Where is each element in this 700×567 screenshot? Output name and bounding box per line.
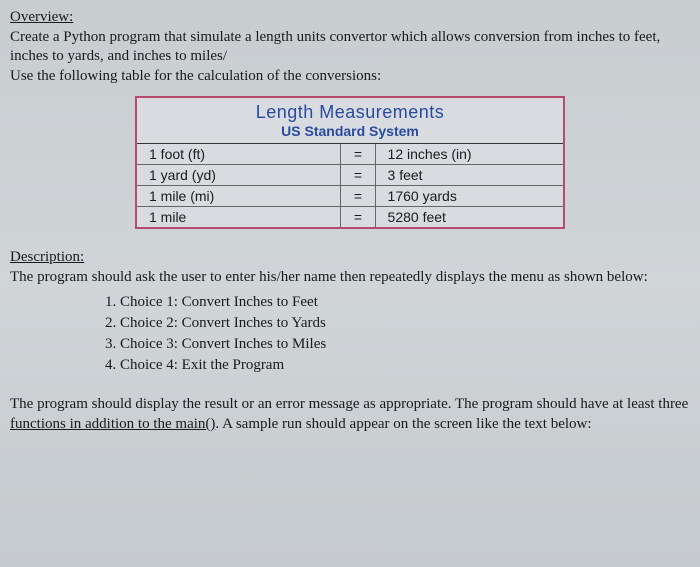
description-intro: The program should ask the user to enter… xyxy=(10,269,648,285)
table-title: Length Measurements xyxy=(137,98,563,123)
length-table: Length Measurements US Standard System 1… xyxy=(135,96,565,229)
cell-left: 1 mile (mi) xyxy=(137,186,341,206)
overview-title: Overview: xyxy=(10,9,73,25)
table-row: 1 mile = 5280 feet xyxy=(137,207,563,227)
menu-item: Choice 3: Convert Inches to Miles xyxy=(120,334,690,355)
cell-left: 1 mile xyxy=(137,207,341,227)
cell-left: 1 yard (yd) xyxy=(137,165,341,185)
cell-eq: = xyxy=(341,186,375,206)
menu-item: Choice 1: Convert Inches to Feet xyxy=(120,292,690,313)
cell-eq: = xyxy=(341,165,375,185)
cell-right: 5280 feet xyxy=(376,207,563,227)
cell-left: 1 foot (ft) xyxy=(137,144,341,164)
description-title: Description: xyxy=(10,249,84,265)
menu-item: Choice 2: Convert Inches to Yards xyxy=(120,313,690,334)
cell-right: 12 inches (in) xyxy=(376,144,563,164)
table-subtitle: US Standard System xyxy=(137,123,563,144)
cell-right: 3 feet xyxy=(376,165,563,185)
description-block: Description: The program should ask the … xyxy=(10,247,690,288)
final-part1: The program should display the result or… xyxy=(10,396,688,412)
final-paragraph: The program should display the result or… xyxy=(10,394,690,435)
menu-item: Choice 4: Exit the Program xyxy=(120,355,690,376)
cell-eq: = xyxy=(341,144,375,164)
overview-block: Overview: Create a Python program that s… xyxy=(10,8,690,86)
final-part2: . A sample run should appear on the scre… xyxy=(215,416,591,432)
menu-list: Choice 1: Convert Inches to Feet Choice … xyxy=(120,292,690,376)
table-row: 1 yard (yd) = 3 feet xyxy=(137,165,563,186)
cell-right: 1760 yards xyxy=(376,186,563,206)
overview-line2: Use the following table for the calculat… xyxy=(10,68,381,84)
table-wrapper: Length Measurements US Standard System 1… xyxy=(10,96,690,229)
final-underlined: functions in addition to the main() xyxy=(10,416,215,432)
table-row: 1 mile (mi) = 1760 yards xyxy=(137,186,563,207)
cell-eq: = xyxy=(341,207,375,227)
table-row: 1 foot (ft) = 12 inches (in) xyxy=(137,144,563,165)
overview-line1: Create a Python program that simulate a … xyxy=(10,29,660,65)
